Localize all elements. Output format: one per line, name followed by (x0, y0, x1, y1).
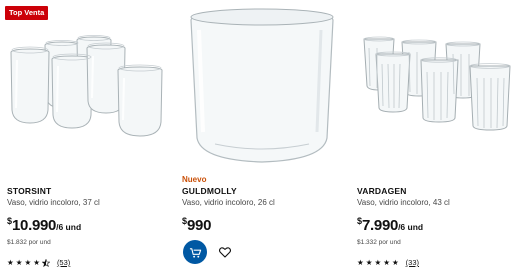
price-amount: 7.990 (362, 217, 399, 234)
review-count-link[interactable]: (53) (57, 258, 70, 267)
product-name[interactable]: GULDMOLLY (182, 186, 237, 196)
product-description: Vaso, vidrio incoloro, 43 cl (357, 198, 450, 207)
product-image-storsint[interactable] (0, 0, 175, 170)
product-name[interactable]: VARDAGEN (357, 186, 407, 196)
price-unit: /6 und (398, 222, 424, 232)
product-card-vardagen[interactable]: VARDAGEN Vaso, vidrio incoloro, 43 cl $7… (350, 0, 524, 270)
product-description: Vaso, vidrio incoloro, 37 cl (7, 198, 100, 207)
favorite-button[interactable] (217, 244, 233, 260)
price-unit: /6 und (56, 222, 82, 232)
star-icon: ★ (15, 257, 23, 267)
price-amount: 10.990 (12, 217, 57, 234)
half-star-icon (41, 258, 50, 267)
product-rating[interactable]: ★ ★ ★ ★ ★ (33) (357, 258, 419, 267)
product-description: Vaso, vidrio incoloro, 26 cl (182, 198, 275, 207)
add-to-cart-icon (189, 247, 201, 258)
product-grid: Top Venta STORSINT Vaso, vidrio incoloro… (0, 0, 524, 270)
product-name[interactable]: STORSINT (7, 186, 51, 196)
new-tag: Nuevo (182, 175, 207, 184)
review-count-link[interactable]: (33) (406, 258, 419, 267)
top-sale-badge: Top Venta (5, 6, 49, 20)
star-icon: ★ (24, 257, 32, 267)
product-price: $10.990/6 und (7, 216, 81, 235)
star-icon: ★ (383, 257, 390, 267)
star-icon: ★ (391, 257, 399, 267)
product-card-storsint[interactable]: Top Venta STORSINT Vaso, vidrio incoloro… (0, 0, 175, 270)
star-icon: ★ (374, 257, 382, 267)
product-price: $990 (182, 216, 211, 235)
star-icon: ★ (365, 257, 373, 267)
unit-price: $1.832 por und (7, 239, 51, 246)
product-image-guldmolly[interactable] (175, 0, 350, 170)
price-amount: 990 (187, 217, 212, 234)
product-card-guldmolly[interactable]: Nuevo GULDMOLLY Vaso, vidrio incoloro, 2… (175, 0, 350, 270)
unit-price: $1.332 por und (357, 239, 401, 246)
star-icon: ★ (357, 257, 364, 267)
add-to-cart-button[interactable] (183, 240, 207, 264)
heart-icon (219, 246, 231, 258)
star-icon: ★ (7, 257, 14, 267)
product-rating[interactable]: ★ ★ ★ ★ (53) (7, 258, 70, 267)
product-image-vardagen[interactable] (350, 0, 524, 170)
star-icon: ★ (33, 257, 40, 267)
product-price: $7.990/6 und (357, 216, 423, 235)
